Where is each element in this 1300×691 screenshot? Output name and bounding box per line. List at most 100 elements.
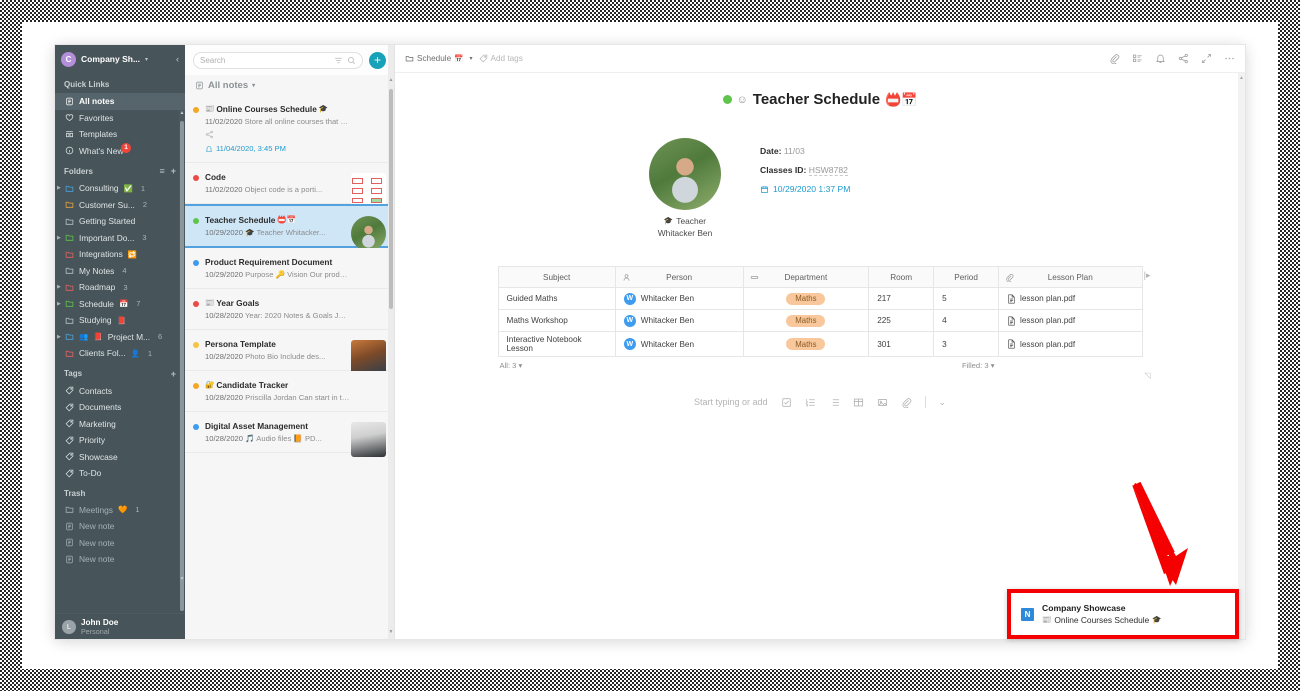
- sidebar-tag-priority[interactable]: Priority: [55, 432, 185, 449]
- sidebar-folder-clients-fol[interactable]: Clients Fol... 👤 1: [55, 345, 185, 362]
- collapse-sidebar-icon[interactable]: ‹: [176, 54, 179, 64]
- file-attachment[interactable]: lesson plan.pdf: [1007, 316, 1133, 326]
- checkbox-icon[interactable]: [781, 397, 792, 408]
- add-folder-icon[interactable]: +: [171, 166, 176, 176]
- sidebar-folder-my-notes[interactable]: My Notes 4: [55, 263, 185, 280]
- file-attachment[interactable]: lesson plan.pdf: [1007, 294, 1133, 304]
- sidebar-item-all-notes[interactable]: All notes: [55, 93, 185, 110]
- table-row[interactable]: Maths Workshop W Whitacker Ben Maths 225 4 les…: [497, 309, 1143, 332]
- note-list-item[interactable]: Persona Template 10/28/2020 Photo Bio Inc…: [185, 330, 394, 375]
- sidebar-folder-schedule[interactable]: ▶ Schedule 📅 7: [55, 296, 185, 313]
- field-date-value[interactable]: 11/03: [784, 146, 805, 156]
- ordered-list-icon[interactable]: [805, 397, 816, 408]
- sidebar-tag-showcase[interactable]: Showcase: [55, 449, 185, 466]
- add-note-button[interactable]: +: [369, 51, 386, 69]
- note-list-scrollbar-thumb[interactable]: [389, 89, 393, 309]
- search-input[interactable]: [200, 55, 330, 65]
- chevron-down-icon[interactable]: ▾: [252, 82, 255, 89]
- note-list-item[interactable]: Product Requirement Document 10/29/2020 P…: [185, 248, 394, 289]
- sidebar-folder-integrations[interactable]: Integrations 🔁: [55, 246, 185, 263]
- cell-lesson-plan[interactable]: lesson plan.pdf: [998, 331, 1143, 357]
- sidebar-item-favorites[interactable]: Favorites: [55, 110, 185, 127]
- image-icon[interactable]: [877, 397, 888, 408]
- expand-arrow-icon[interactable]: ▶: [57, 301, 61, 307]
- table-row[interactable]: Guided Maths W Whitacker Ben Maths 217 5 lesso…: [497, 287, 1143, 310]
- expand-arrow-icon[interactable]: ▶: [57, 284, 61, 290]
- sidebar-folder-project-m[interactable]: ▶ 👥 📕 Project M... 6: [55, 329, 185, 346]
- breadcrumb[interactable]: Schedule 📅 ▾: [405, 54, 473, 63]
- note-list-item[interactable]: Teacher Schedule 📛📅 10/29/2020 🎓 Teacher W…: [185, 204, 394, 251]
- table-column-header[interactable]: Room: [868, 266, 935, 288]
- note-list-item[interactable]: Digital Asset Management 10/28/2020 🎵 Aud…: [185, 412, 394, 457]
- more-icon[interactable]: [1224, 53, 1235, 64]
- expand-icon[interactable]: [1201, 53, 1212, 64]
- sidebar-trash-item[interactable]: New note: [55, 518, 185, 535]
- cell-subject[interactable]: Guided Maths: [497, 287, 616, 310]
- sidebar-folder-roadmap[interactable]: ▶ Roadmap 3: [55, 279, 185, 296]
- note-list-header[interactable]: All notes ▾: [185, 75, 394, 95]
- main-scrollbar[interactable]: ▲: [1238, 73, 1245, 639]
- table-footer-left[interactable]: All: 3 ▾: [498, 361, 554, 370]
- workspace-switcher[interactable]: C Company Sh... ▾ ‹: [55, 45, 185, 73]
- sidebar-trash-item[interactable]: New note: [55, 535, 185, 552]
- sidebar-folder-getting-started[interactable]: Getting Started: [55, 213, 185, 230]
- search-box[interactable]: [193, 51, 363, 69]
- sort-folders-icon[interactable]: ≡: [159, 166, 164, 176]
- table-column-header[interactable]: Subject: [497, 266, 616, 288]
- cell-room[interactable]: 225: [868, 309, 935, 332]
- table-column-header[interactable]: Period: [933, 266, 1000, 288]
- sidebar-trash-item[interactable]: New note: [55, 551, 185, 568]
- chevron-down-icon[interactable]: ▾: [991, 361, 995, 370]
- expand-arrow-icon[interactable]: ▶: [57, 334, 61, 340]
- notification-popup[interactable]: N Company Showcase 📰 Online Courses Sche…: [1007, 589, 1239, 639]
- sidebar-tag-documents[interactable]: Documents: [55, 399, 185, 416]
- scroll-up-icon[interactable]: ▲: [1238, 75, 1245, 81]
- table-column-header[interactable]: Department: [742, 266, 870, 288]
- cell-room[interactable]: 301: [868, 331, 935, 357]
- cell-period[interactable]: 3: [933, 331, 1000, 357]
- bell-icon[interactable]: [1155, 53, 1166, 64]
- grid-list-icon[interactable]: [1132, 53, 1143, 64]
- table-row[interactable]: Interactive Notebook Lesson W Whitacker Be…: [497, 331, 1143, 357]
- cell-department[interactable]: Maths: [742, 309, 870, 332]
- table-column-header[interactable]: Person: [614, 266, 744, 288]
- field-classes-id-value[interactable]: HSW8782: [808, 165, 848, 176]
- note-list-item[interactable]: 📰 Year Goals 10/28/2020 Year: 2020 Notes &…: [185, 289, 394, 330]
- table-footer-right[interactable]: Filled: 3 ▾: [962, 361, 1143, 370]
- chevron-down-icon[interactable]: ▾: [145, 56, 148, 63]
- composer-placeholder[interactable]: Start typing or add: [694, 397, 768, 407]
- table-add-column-handle[interactable]: |▸: [1144, 270, 1151, 281]
- table-icon[interactable]: [853, 397, 864, 408]
- expand-arrow-icon[interactable]: ▶: [57, 235, 61, 241]
- note-list-item[interactable]: 🔐 Candidate Tracker 10/28/2020 Priscilla J…: [185, 371, 394, 412]
- share-icon[interactable]: [1178, 53, 1189, 64]
- search-icon[interactable]: [347, 56, 356, 65]
- cell-department[interactable]: Maths: [742, 287, 870, 310]
- cell-period[interactable]: 5: [933, 287, 1000, 310]
- filter-icon[interactable]: [334, 56, 343, 65]
- expand-arrow-icon[interactable]: ▶: [57, 185, 61, 191]
- note-list-item[interactable]: Code 11/02/2020 Object code is a porti...: [185, 163, 394, 208]
- sidebar-folder-consulting[interactable]: ▶ Consulting ✅ 1: [55, 180, 185, 197]
- sidebar-item-what-s-new[interactable]: What's New 1: [55, 142, 185, 160]
- scroll-down-icon[interactable]: ▼: [388, 629, 394, 635]
- sidebar-scrollbar-thumb[interactable]: [180, 121, 184, 611]
- cell-subject[interactable]: Maths Workshop: [497, 309, 616, 332]
- cell-period[interactable]: 4: [933, 309, 1000, 332]
- note-list-item[interactable]: 📰 Online Courses Schedule 🎓 11/02/2020 Stor…: [185, 95, 394, 163]
- sidebar-tag-marketing[interactable]: Marketing: [55, 416, 185, 433]
- sidebar-item-templates[interactable]: Templates: [55, 126, 185, 143]
- sidebar-tag-to-do[interactable]: To-Do: [55, 465, 185, 482]
- date-reminder-chip[interactable]: 10/29/2020 1:37 PM: [760, 184, 1030, 194]
- cell-subject[interactable]: Interactive Notebook Lesson: [497, 331, 616, 357]
- more-options-caret-icon[interactable]: ⌄: [939, 397, 947, 408]
- sidebar-tag-contacts[interactable]: Contacts: [55, 383, 185, 400]
- note-list-scrollbar[interactable]: ▲ ▼: [388, 45, 394, 639]
- scroll-up-icon[interactable]: ▲: [388, 77, 394, 83]
- bullet-list-icon[interactable]: [829, 397, 840, 408]
- cell-person[interactable]: W Whitacker Ben: [614, 331, 744, 357]
- table-resize-handle[interactable]: ◹: [1144, 371, 1150, 380]
- cell-lesson-plan[interactable]: lesson plan.pdf: [998, 287, 1143, 310]
- add-tags-button[interactable]: Add tags: [479, 54, 523, 63]
- sidebar-folder-studying[interactable]: Studying 📕: [55, 312, 185, 329]
